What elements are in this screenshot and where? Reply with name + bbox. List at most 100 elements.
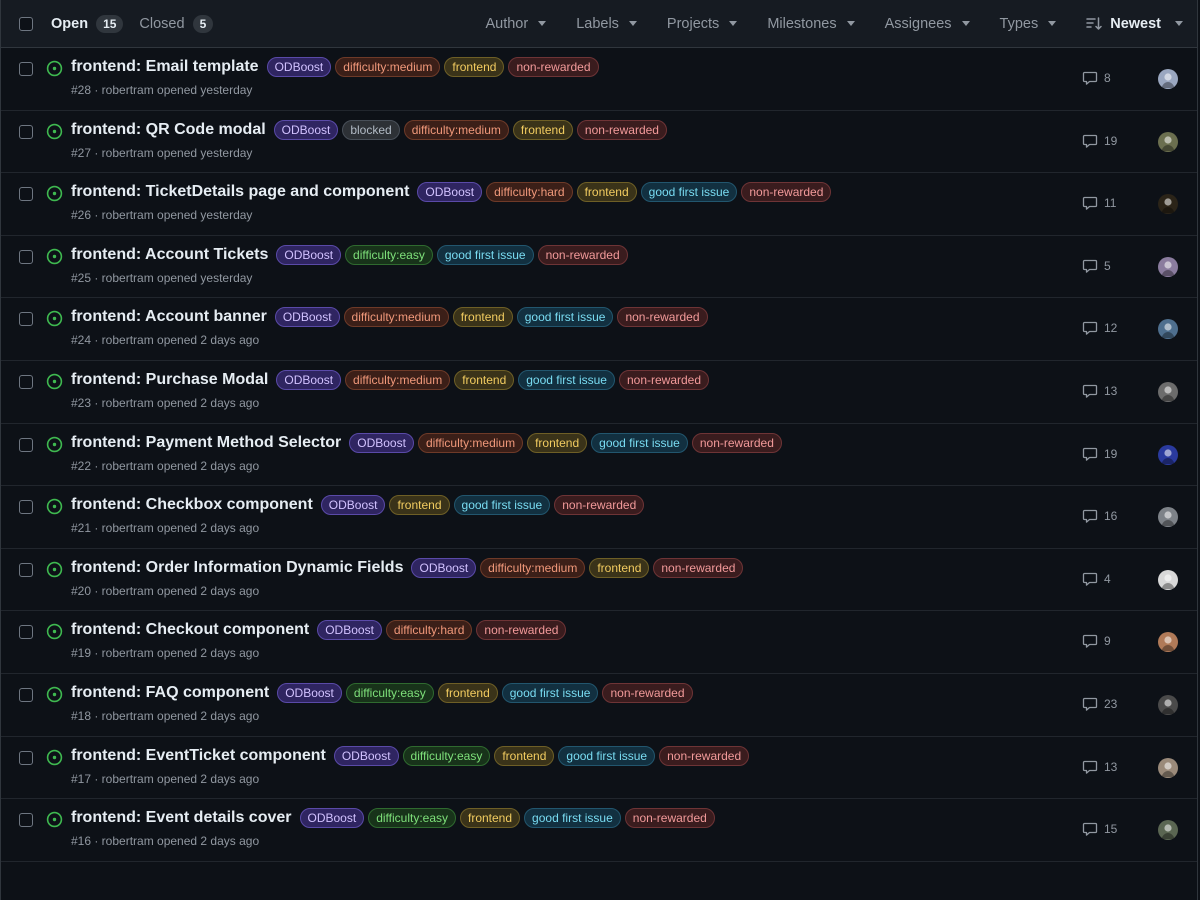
assignee-avatar[interactable] <box>1158 319 1178 340</box>
issue-label[interactable]: ODBoost <box>273 119 339 140</box>
issue-label[interactable]: good first issue <box>518 369 615 390</box>
issue-label[interactable]: frontend <box>494 745 555 766</box>
issue-label[interactable]: good first issue <box>591 432 688 453</box>
issue-row[interactable]: frontend: Order Information Dynamic Fiel… <box>1 549 1197 612</box>
closed-issues-tab[interactable]: Closed 5 <box>139 14 214 33</box>
issue-label[interactable]: non-rewarded <box>624 808 715 829</box>
issue-label[interactable]: blocked <box>342 119 400 140</box>
issue-comments-link[interactable]: 9 <box>1082 633 1111 649</box>
issue-checkbox[interactable] <box>19 813 33 828</box>
issue-label[interactable]: non-rewarded <box>554 495 645 516</box>
issue-checkbox[interactable] <box>19 562 33 577</box>
issue-row[interactable]: frontend: Email template ODBoost difficult… <box>1 48 1197 111</box>
assignee-avatar[interactable] <box>1158 694 1178 715</box>
assignee-avatar[interactable] <box>1158 444 1178 465</box>
issue-checkbox[interactable] <box>19 187 33 202</box>
assignee-avatar[interactable] <box>1158 569 1178 590</box>
issue-row[interactable]: frontend: Checkout component ODBoost diffi… <box>1 611 1197 674</box>
issue-title-link[interactable]: frontend: Checkbox component <box>71 496 313 514</box>
issue-comments-link[interactable]: 23 <box>1082 696 1117 712</box>
issue-label[interactable]: difficulty:medium <box>480 557 586 578</box>
issue-checkbox[interactable] <box>19 625 33 640</box>
issue-row[interactable]: frontend: Event details cover ODBoost diff… <box>1 799 1197 862</box>
issue-label[interactable]: ODBoost <box>277 682 342 703</box>
issue-title-link[interactable]: frontend: Payment Method Selector <box>71 434 341 452</box>
issue-label[interactable]: difficulty:medium <box>335 57 441 77</box>
filter-author[interactable]: Author <box>485 16 547 32</box>
issue-label[interactable]: frontend <box>576 182 637 203</box>
issue-label[interactable]: difficulty:medium <box>343 307 449 328</box>
filter-milestones[interactable]: Milestones <box>767 16 855 32</box>
issue-comments-link[interactable]: 8 <box>1082 70 1111 86</box>
issue-label[interactable]: frontend <box>460 808 521 829</box>
issue-label[interactable]: ODBoost <box>417 182 483 203</box>
issue-label[interactable]: ODBoost <box>333 745 399 766</box>
filter-types[interactable]: Types <box>1000 16 1057 32</box>
issue-comments-link[interactable]: 13 <box>1082 759 1117 775</box>
issue-label[interactable]: non-rewarded <box>537 244 628 265</box>
assignee-avatar[interactable] <box>1158 69 1178 89</box>
assignee-avatar[interactable] <box>1158 381 1178 402</box>
issue-row[interactable]: frontend: Payment Method Selector ODBoost… <box>1 424 1197 487</box>
issue-row[interactable]: frontend: Account banner ODBoost difficult… <box>1 298 1197 361</box>
issue-label[interactable]: non-rewarded <box>576 119 667 140</box>
issue-label[interactable]: ODBoost <box>299 808 365 829</box>
filter-labels[interactable]: Labels <box>576 16 637 32</box>
issue-label[interactable]: frontend <box>589 557 650 578</box>
issue-label[interactable]: ODBoost <box>276 244 342 265</box>
issue-label[interactable]: good first issue <box>436 244 534 265</box>
issue-title-link[interactable]: frontend: Order Information Dynamic Fiel… <box>71 559 403 577</box>
issue-label[interactable]: ODBoost <box>317 620 382 641</box>
issue-title-link[interactable]: frontend: Account Tickets <box>71 246 268 264</box>
issue-comments-link[interactable]: 11 <box>1082 195 1116 211</box>
issue-checkbox[interactable] <box>19 687 33 702</box>
issue-label[interactable]: frontend <box>444 57 505 77</box>
issue-label[interactable]: difficulty:medium <box>417 432 524 453</box>
issue-row[interactable]: frontend: Account Tickets ODBoost difficul… <box>1 236 1197 299</box>
issue-label[interactable]: non-rewarded <box>659 745 750 766</box>
issue-checkbox[interactable] <box>19 750 33 765</box>
issue-label[interactable]: good first issue <box>501 682 599 703</box>
issue-checkbox[interactable] <box>19 312 33 327</box>
issue-label[interactable]: ODBoost <box>349 432 414 453</box>
issue-title-link[interactable]: frontend: Checkout component <box>71 621 309 639</box>
assignee-avatar[interactable] <box>1158 820 1178 841</box>
issue-label[interactable]: difficulty:easy <box>402 745 491 766</box>
issue-row[interactable]: frontend: FAQ component ODBoost difficulty… <box>1 674 1197 737</box>
issue-label[interactable]: good first issue <box>558 745 656 766</box>
issue-label[interactable]: difficulty:medium <box>345 369 451 390</box>
assignee-avatar[interactable] <box>1158 757 1178 778</box>
issue-title-link[interactable]: frontend: FAQ component <box>71 684 269 702</box>
issue-label[interactable]: non-rewarded <box>476 620 567 641</box>
issue-title-link[interactable]: frontend: Event details cover <box>71 809 292 827</box>
issue-title-link[interactable]: frontend: EventTicket component <box>71 747 326 765</box>
issue-label[interactable]: frontend <box>512 119 573 140</box>
issue-label[interactable]: difficulty:easy <box>345 682 434 703</box>
assignee-avatar[interactable] <box>1158 131 1178 152</box>
issue-comments-link[interactable]: 15 <box>1082 821 1117 837</box>
issue-label[interactable]: non-rewarded <box>741 182 832 203</box>
issue-label[interactable]: frontend <box>454 369 515 390</box>
issue-comments-link[interactable]: 19 <box>1082 446 1117 462</box>
issue-label[interactable]: non-rewarded <box>691 432 782 453</box>
assignee-avatar[interactable] <box>1158 256 1178 277</box>
issue-label[interactable]: ODBoost <box>276 369 342 390</box>
issue-checkbox[interactable] <box>19 374 33 389</box>
issue-label[interactable]: non-rewarded <box>508 57 599 77</box>
issue-label[interactable]: ODBoost <box>411 557 477 578</box>
sort-dropdown[interactable]: Newest <box>1086 16 1183 32</box>
issue-label[interactable]: frontend <box>527 432 588 453</box>
issue-label[interactable]: ODBoost <box>274 307 340 328</box>
issue-row[interactable]: frontend: QR Code modal ODBoost blocked dif… <box>1 111 1197 174</box>
issue-label[interactable]: non-rewarded <box>618 369 710 390</box>
issue-label[interactable]: non-rewarded <box>653 557 744 578</box>
open-issues-tab[interactable]: Open 15 <box>51 14 124 33</box>
filter-projects[interactable]: Projects <box>667 16 738 32</box>
issue-label[interactable]: ODBoost <box>320 495 386 516</box>
issue-row[interactable]: frontend: Purchase Modal ODBoost difficult… <box>1 361 1197 424</box>
issue-checkbox[interactable] <box>19 500 33 515</box>
issue-checkbox[interactable] <box>19 249 33 264</box>
issue-checkbox[interactable] <box>19 62 33 76</box>
issue-label[interactable]: non-rewarded <box>602 682 693 703</box>
issue-comments-link[interactable]: 12 <box>1082 320 1117 336</box>
